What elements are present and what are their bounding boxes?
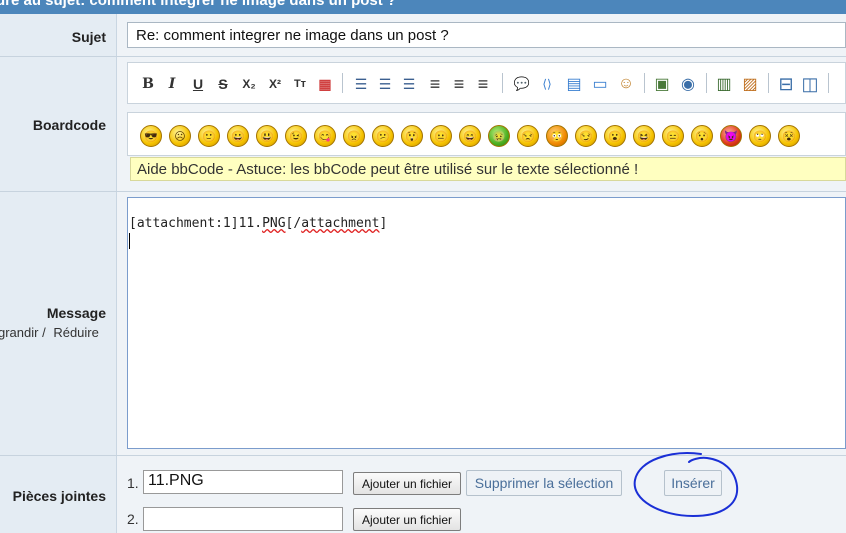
page-title: dre au sujet: comment integrer ne image … bbox=[0, 0, 397, 9]
underline-icon[interactable]: U bbox=[190, 73, 206, 95]
toolbar-separator bbox=[644, 73, 645, 93]
picture-icon[interactable]: ▨ bbox=[740, 73, 760, 95]
smiley-bar: 😎 ☹ 🙂 😀 😃 😉 😋 😠 😕 😲 😐 😄 🤢 😒 😳 😏 😮 😆 😑 😯 😈 🙄 😵 bbox=[127, 112, 846, 156]
smiley-wow-icon[interactable]: 😮 bbox=[604, 125, 626, 147]
smiley-smirk-icon[interactable]: 😏 bbox=[575, 125, 597, 147]
smiley-hushed-icon[interactable]: 😯 bbox=[691, 125, 713, 147]
list-icon[interactable]: ☰ bbox=[400, 73, 418, 95]
smiley-expressionless-icon[interactable]: 😑 bbox=[662, 125, 684, 147]
smiley-neutral-icon[interactable]: 😐 bbox=[430, 125, 452, 147]
resize-links: grandir / Réduire bbox=[0, 325, 99, 340]
toolbar-separator bbox=[342, 73, 343, 93]
smiley-tongue-icon[interactable]: 😋 bbox=[314, 125, 336, 147]
color-grid-icon[interactable]: ▦ bbox=[316, 73, 334, 95]
row-separator bbox=[0, 56, 846, 57]
formatting-toolbar: B I U S X₂ X² Tт ▦ ☰ ☰ ☰ ≡ ≡ ≡ 💬 ⟨⟩ ▤ ▭ … bbox=[127, 62, 846, 104]
quote-icon[interactable]: 💬 bbox=[512, 73, 532, 95]
align-left-icon[interactable]: ≡ bbox=[426, 73, 444, 95]
row-separator bbox=[0, 191, 846, 192]
smiley-surprised-icon[interactable]: 😲 bbox=[401, 125, 423, 147]
smiley-grin-icon[interactable]: 😀 bbox=[227, 125, 249, 147]
smiley-sad-icon[interactable]: ☹ bbox=[169, 125, 191, 147]
message-textarea[interactable]: [attachment:1]11.PNG[/attachment] bbox=[127, 197, 846, 449]
smiley-smile-icon[interactable]: 🙂 bbox=[198, 125, 220, 147]
file-number: 1. bbox=[127, 475, 139, 491]
reduce-link[interactable]: Réduire bbox=[53, 325, 99, 340]
subscript-icon[interactable]: X₂ bbox=[238, 73, 260, 95]
enlarge-link[interactable]: grandir / bbox=[0, 325, 46, 340]
image-icon[interactable]: ▣ bbox=[652, 73, 672, 95]
ordered-list-icon[interactable]: ☰ bbox=[376, 73, 394, 95]
smiley-laugh-icon[interactable]: 😄 bbox=[459, 125, 481, 147]
film-icon[interactable]: ▥ bbox=[714, 73, 734, 95]
split-horizontal-icon[interactable]: ⊟ bbox=[776, 73, 796, 95]
split-vertical-icon[interactable]: ◫ bbox=[800, 73, 820, 95]
smiley-lol-icon[interactable]: 😆 bbox=[633, 125, 655, 147]
message-label: Message bbox=[46, 305, 106, 321]
superscript-icon[interactable]: X² bbox=[264, 73, 286, 95]
align-right-icon[interactable]: ≡ bbox=[474, 73, 492, 95]
subject-input[interactable]: Re: comment integrer ne image dans un po… bbox=[127, 22, 846, 48]
font-size-icon[interactable]: Tт bbox=[290, 73, 310, 95]
toolbar-separator bbox=[502, 73, 503, 93]
subject-label: Sujet bbox=[71, 29, 106, 45]
remove-selection-button[interactable]: Supprimer la sélection bbox=[466, 470, 622, 496]
smiley-sick-icon[interactable]: 🤢 bbox=[488, 125, 510, 147]
smiley-devil-icon[interactable]: 😈 bbox=[720, 125, 742, 147]
smiley-rolleyes-icon[interactable]: 🙄 bbox=[749, 125, 771, 147]
bbcode-help-text: Aide bbCode - Astuce: les bbCode peut êt… bbox=[130, 157, 846, 181]
text-caret bbox=[129, 233, 130, 249]
bold-icon[interactable]: B bbox=[140, 73, 156, 95]
smiley-wink-icon[interactable]: 😉 bbox=[285, 125, 307, 147]
align-center-icon[interactable]: ≡ bbox=[450, 73, 468, 95]
table-icon[interactable]: ▤ bbox=[564, 73, 584, 95]
page-header: dre au sujet: comment integrer ne image … bbox=[0, 0, 846, 14]
code-icon[interactable]: ⟨⟩ bbox=[536, 73, 558, 95]
smiley-confused-icon[interactable]: 😕 bbox=[372, 125, 394, 147]
link-icon[interactable]: ◉ bbox=[678, 73, 698, 95]
smiley-cool-icon[interactable]: 😎 bbox=[140, 125, 162, 147]
smiley-shocked-icon[interactable]: 😳 bbox=[546, 125, 568, 147]
boardcode-label: Boardcode bbox=[32, 117, 106, 133]
add-file-button-2[interactable]: Ajouter un fichier bbox=[353, 508, 461, 531]
annotation-circle bbox=[633, 452, 739, 518]
toolbar-separator bbox=[706, 73, 707, 93]
unordered-list-icon[interactable]: ☰ bbox=[352, 73, 370, 95]
attachments-label: Pièces jointes bbox=[12, 488, 106, 504]
smiley-meh-icon[interactable]: 😒 bbox=[517, 125, 539, 147]
italic-icon[interactable]: I bbox=[164, 73, 180, 95]
smiley-happy-icon[interactable]: 😃 bbox=[256, 125, 278, 147]
toolbar-separator bbox=[768, 73, 769, 93]
users-icon[interactable]: ☺ bbox=[616, 73, 636, 95]
window-icon[interactable]: ▭ bbox=[590, 73, 610, 95]
smiley-angry-icon[interactable]: 😠 bbox=[343, 125, 365, 147]
file-number: 2. bbox=[127, 511, 139, 527]
file-input-2[interactable] bbox=[143, 507, 343, 531]
file-input-1[interactable]: 11.PNG bbox=[143, 470, 343, 494]
message-text: [attachment:1]11.PNG[/attachment] bbox=[129, 216, 388, 231]
strikethrough-icon[interactable]: S bbox=[214, 73, 232, 95]
add-file-button-1[interactable]: Ajouter un fichier bbox=[353, 472, 461, 495]
toolbar-separator bbox=[828, 73, 829, 93]
smiley-dizzy-icon[interactable]: 😵 bbox=[778, 125, 800, 147]
